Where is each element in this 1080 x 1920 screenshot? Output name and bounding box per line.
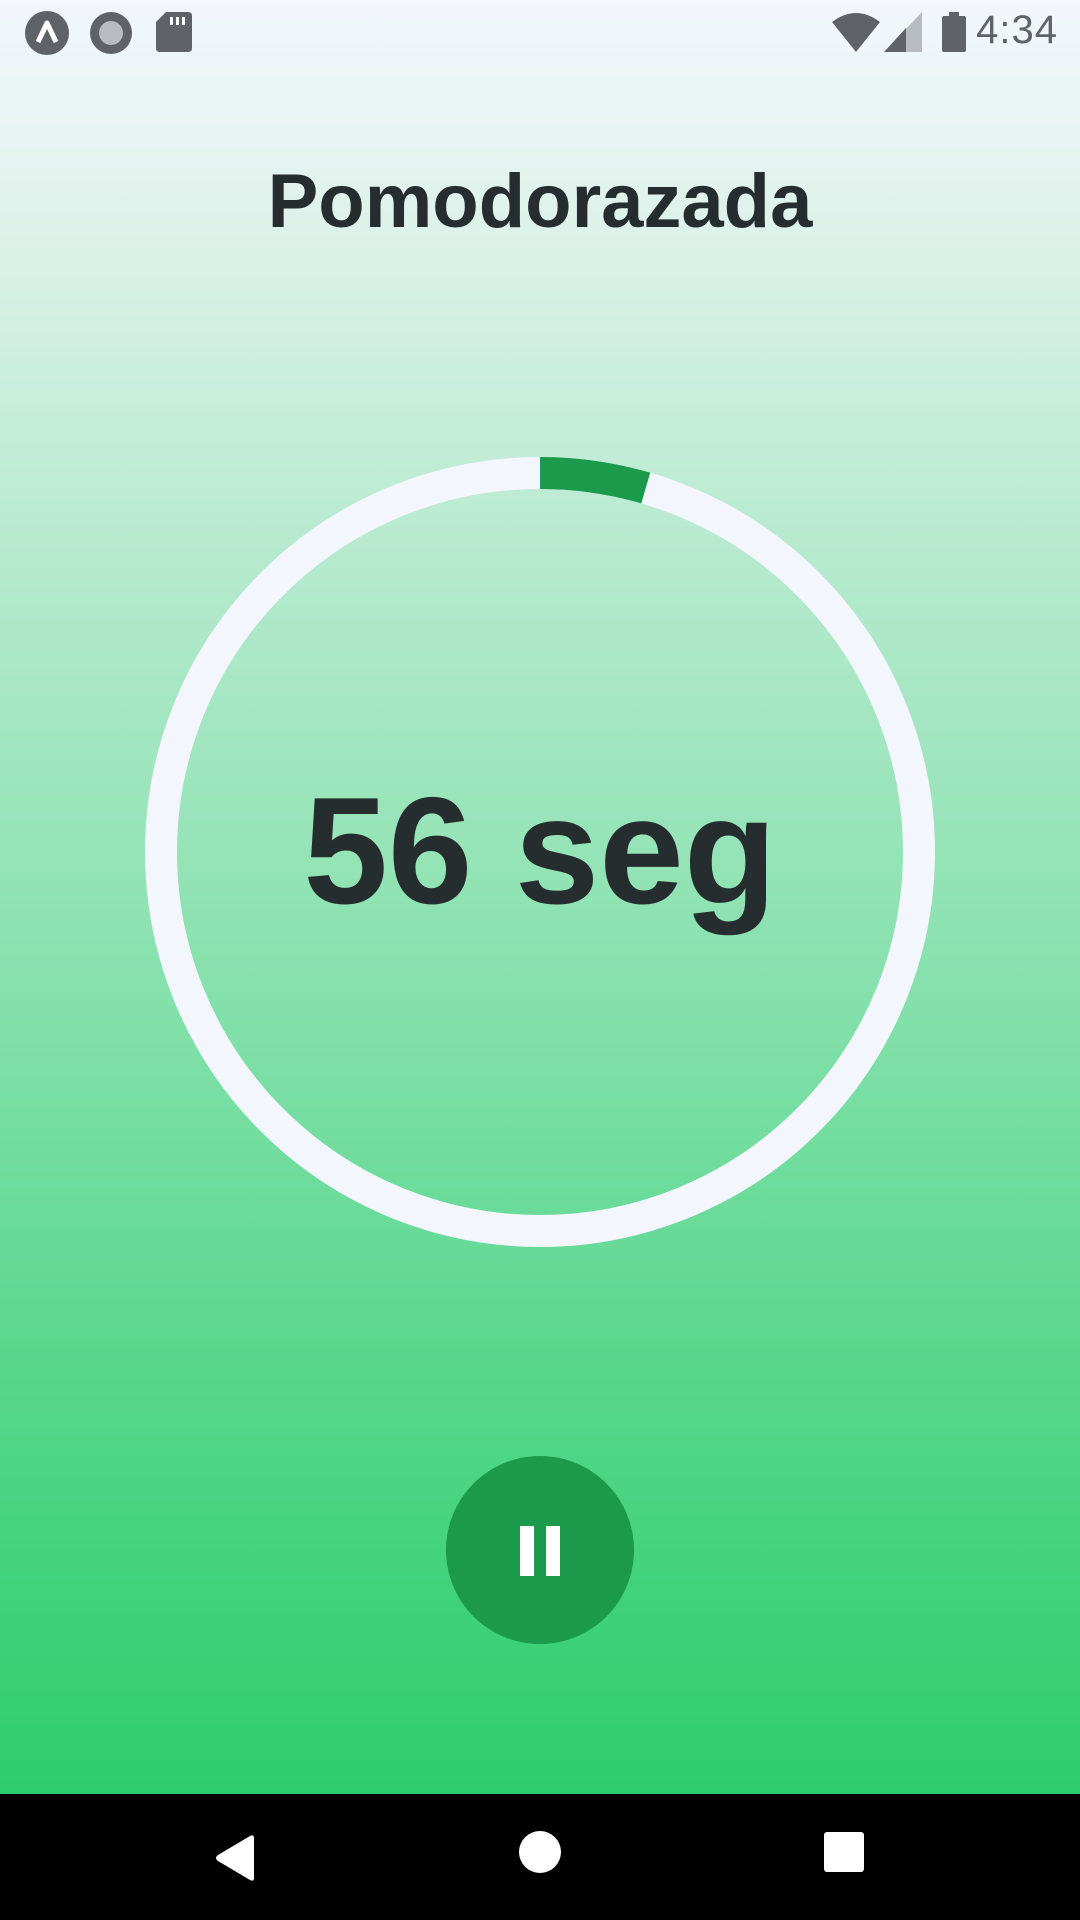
signal-icon: [884, 12, 922, 57]
home-icon[interactable]: [518, 1830, 562, 1879]
battery-icon: [942, 12, 966, 57]
sd-card-icon: [156, 12, 192, 57]
app-title: Pomodorazada: [267, 159, 813, 244]
record-icon: [88, 10, 134, 61]
app-screen: 4:34 Pomodorazada 56 seg: [0, 0, 1080, 1794]
back-icon[interactable]: [214, 1834, 258, 1887]
status-bar: 4:34: [0, 0, 1080, 64]
app-notification-icon: [24, 10, 70, 61]
wifi-icon: [832, 12, 880, 57]
pause-button[interactable]: [446, 1456, 634, 1644]
navigation-bar: [0, 1794, 1080, 1920]
timer-display: 56 seg: [303, 766, 777, 936]
timer: 56 seg: [145, 457, 935, 1247]
recents-icon[interactable]: [824, 1832, 864, 1877]
status-time: 4:34: [976, 8, 1058, 52]
